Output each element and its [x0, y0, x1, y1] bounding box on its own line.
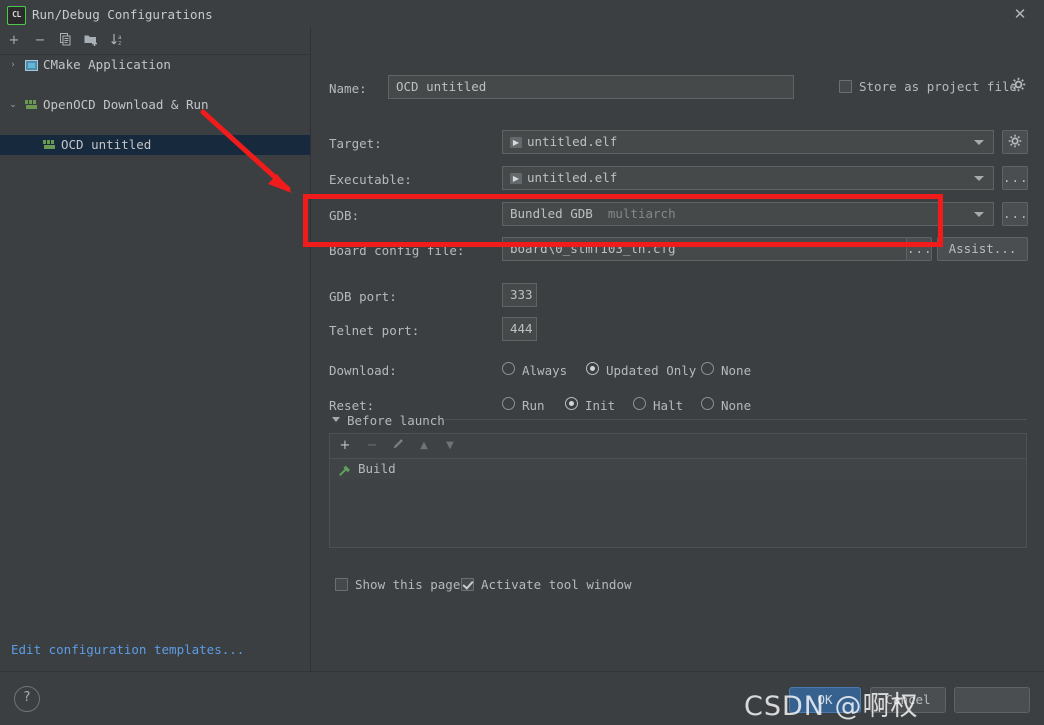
executable-value: untitled.elf	[527, 170, 618, 185]
download-option-updated-only-radio[interactable]	[586, 362, 599, 375]
configuration-form: Name: OCD untitled Store as project file…	[311, 28, 1044, 671]
telnet-port-label: Telnet port:	[329, 323, 420, 338]
chevron-down-icon[interactable]	[974, 176, 984, 181]
download-option-none-radio[interactable]	[701, 362, 714, 375]
board-config-assist-button[interactable]: Assist...	[937, 237, 1028, 261]
copy-configuration-button[interactable]	[56, 32, 74, 50]
reset-option-halt-label: Halt	[653, 398, 684, 413]
download-label: Download:	[329, 363, 397, 378]
chevron-down-icon[interactable]: ⌄	[6, 95, 20, 115]
store-as-project-file-checkbox[interactable]	[839, 80, 852, 93]
target-label: Target:	[329, 136, 382, 151]
annotation-highlight-rectangle	[303, 194, 943, 247]
move-up-button: ▲	[420, 440, 428, 451]
before-launch-task-label: Build	[358, 461, 396, 476]
before-launch-toolbar: + − ▲ ▼	[330, 434, 1026, 459]
ocd-icon	[25, 100, 38, 111]
gear-icon	[1011, 77, 1026, 92]
tree-item-label: OCD untitled	[61, 137, 152, 152]
run-config-icon: ▶	[510, 137, 522, 148]
title-bar: CL Run/Debug Configurations ✕	[0, 0, 1044, 28]
before-launch-divider	[445, 419, 1027, 420]
run-debug-configurations-dialog: CL Run/Debug Configurations ✕ + − a z › …	[0, 0, 1044, 725]
tree-item-label: CMake Application	[43, 57, 171, 72]
apply-button[interactable]	[954, 687, 1030, 713]
add-button[interactable]: +	[5, 32, 23, 50]
executable-combobox[interactable]: ▶ untitled.elf	[502, 166, 994, 190]
folder-plus-icon	[84, 35, 97, 46]
executable-label: Executable:	[329, 172, 412, 187]
sidebar-toolbar: + − a z	[0, 28, 310, 55]
new-folder-button[interactable]	[82, 32, 100, 50]
reset-label: Reset:	[329, 398, 375, 413]
store-settings-gear-icon[interactable]	[1011, 77, 1026, 96]
chevron-down-icon[interactable]	[974, 140, 984, 145]
edit-task-button	[389, 437, 407, 455]
remove-button[interactable]: −	[31, 32, 49, 50]
copy-icon	[59, 33, 70, 46]
help-button[interactable]: ?	[14, 686, 40, 712]
gear-icon	[1008, 134, 1022, 148]
gdb-browse-button[interactable]: ...	[1002, 202, 1028, 226]
chevron-down-icon[interactable]	[974, 212, 984, 217]
name-input[interactable]: OCD untitled	[388, 75, 794, 99]
add-task-button[interactable]: +	[336, 437, 354, 455]
reset-option-halt-radio[interactable]	[633, 397, 646, 410]
tree-item-cmake-application[interactable]: › CMake Application	[0, 55, 310, 75]
target-value: untitled.elf	[527, 134, 618, 149]
target-combobox[interactable]: ▶ untitled.elf	[502, 130, 994, 154]
annotation-arrow	[200, 109, 292, 193]
pencil-icon	[393, 439, 403, 449]
gdb-port-label: GDB port:	[329, 289, 397, 304]
chevron-right-icon[interactable]: ›	[6, 55, 20, 75]
download-option-none-label: None	[721, 363, 752, 378]
reset-option-init-radio[interactable]	[565, 397, 578, 410]
reset-option-run-radio[interactable]	[502, 397, 515, 410]
hammer-icon	[339, 463, 352, 476]
edit-configuration-templates-link[interactable]: Edit configuration templates...	[11, 642, 244, 657]
close-icon[interactable]: ✕	[1010, 5, 1030, 23]
ocd-icon	[43, 140, 56, 151]
run-config-icon: ▶	[510, 173, 522, 184]
show-this-page-checkbox[interactable]	[335, 578, 348, 591]
move-down-button: ▼	[446, 440, 454, 451]
cmake-icon	[25, 60, 38, 71]
reset-option-run-label: Run	[522, 398, 545, 413]
remove-task-button: −	[366, 438, 378, 453]
download-option-updated-only-label: Updated Only	[606, 363, 697, 378]
sort-az-icon: a z	[111, 34, 122, 47]
activate-tool-window-label: Activate tool window	[481, 577, 632, 592]
window-title: Run/Debug Configurations	[32, 7, 213, 22]
executable-browse-button[interactable]: ...	[1002, 166, 1028, 190]
before-launch-collapse-icon[interactable]	[332, 417, 340, 422]
reset-option-none-radio[interactable]	[701, 397, 714, 410]
download-option-always-radio[interactable]	[502, 362, 515, 375]
clion-app-icon: CL	[7, 6, 26, 25]
download-option-always-label: Always	[522, 363, 568, 378]
show-this-page-label: Show this page	[355, 577, 461, 592]
activate-tool-window-checkbox[interactable]	[461, 578, 474, 591]
gdb-port-input[interactable]: 333	[502, 283, 537, 307]
name-label: Name:	[329, 81, 367, 96]
watermark-text: CSDN @啊权	[744, 691, 919, 722]
before-launch-task-item[interactable]: Build	[331, 459, 1025, 479]
sort-configurations-button[interactable]: a z	[109, 32, 127, 50]
svg-text:z: z	[118, 40, 122, 47]
telnet-port-input[interactable]: 444	[502, 317, 537, 341]
reset-option-init-label: Init	[585, 398, 616, 413]
store-as-project-file-label: Store as project file	[859, 79, 1018, 94]
target-settings-button[interactable]	[1002, 130, 1028, 154]
reset-option-none-label: None	[721, 398, 752, 413]
before-launch-title: Before launch	[347, 413, 445, 428]
before-launch-task-list: + − ▲ ▼ Build	[329, 433, 1027, 548]
